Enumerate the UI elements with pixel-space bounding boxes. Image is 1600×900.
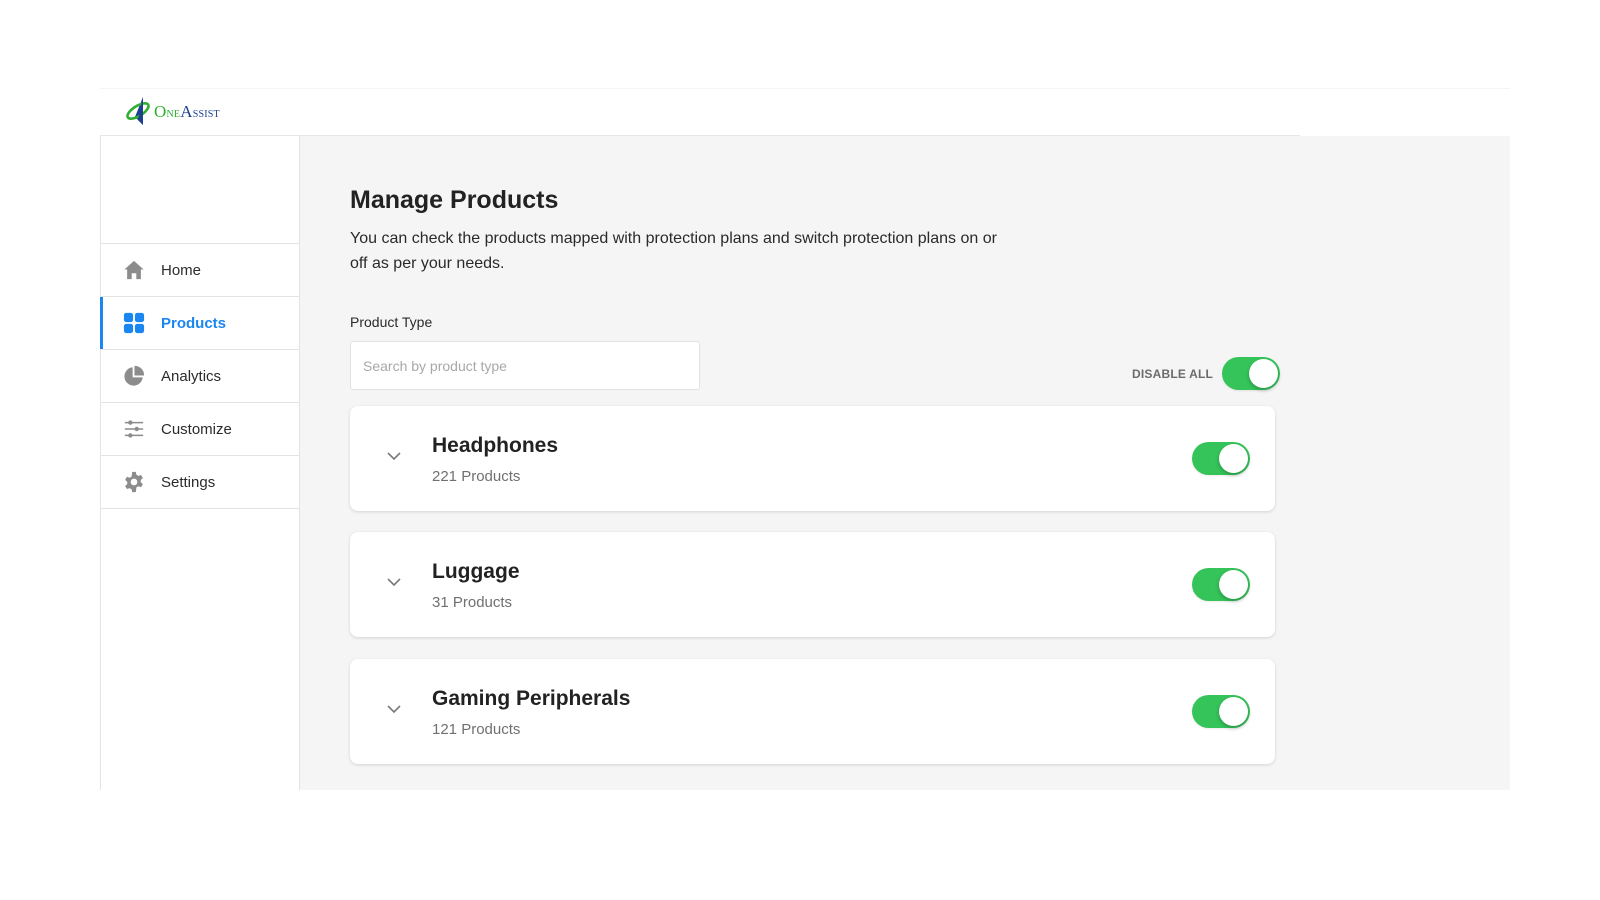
disable-all-control: DISABLE ALL	[1132, 357, 1281, 390]
product-type-label: Product Type	[350, 314, 433, 330]
chevron-down-icon[interactable]	[386, 701, 402, 717]
category-card-headphones: Headphones 221 Products	[350, 406, 1275, 511]
sidebar-header-space	[101, 136, 299, 244]
toggle-knob	[1219, 697, 1248, 726]
category-toggle[interactable]	[1192, 442, 1250, 475]
category-product-count: 31 Products	[432, 594, 513, 611]
sidebar-item-customize[interactable]: Customize	[101, 403, 299, 456]
page-title: Manage Products	[350, 186, 559, 214]
sliders-icon	[122, 417, 146, 441]
brand-name-initial-o: O	[154, 102, 167, 121]
category-name: Headphones	[432, 434, 559, 457]
toggle-knob	[1219, 444, 1248, 473]
toggle-knob	[1219, 570, 1248, 599]
brand-name: OneAssist	[154, 103, 220, 121]
disable-all-toggle[interactable]	[1222, 357, 1281, 390]
chevron-down-icon[interactable]	[386, 574, 402, 590]
sidebar-item-label: Settings	[161, 473, 216, 491]
product-type-search-input[interactable]	[350, 341, 700, 390]
sidebar-item-label: Customize	[161, 420, 232, 438]
category-card-gaming-peripherals: Gaming Peripherals 121 Products	[350, 659, 1275, 764]
sidebar-item-label: Analytics	[161, 367, 222, 385]
brand-name-part-assist: ssist	[192, 106, 220, 121]
brand-name-initial-a: A	[180, 102, 193, 121]
sidebar-item-products[interactable]: Products	[100, 297, 299, 350]
category-card-luggage: Luggage 31 Products	[350, 532, 1275, 637]
category-name: Gaming Peripherals	[432, 687, 631, 710]
sidebar: Home Products Analytics Customize Settin…	[100, 136, 300, 790]
sidebar-item-settings[interactable]: Settings	[101, 456, 299, 509]
disable-all-label: DISABLE ALL	[1132, 366, 1214, 381]
sidebar-item-analytics[interactable]: Analytics	[101, 350, 299, 403]
top-bar	[100, 88, 1510, 136]
brand-logo[interactable]: OneAssist	[124, 94, 220, 130]
page-description: You can check the products mapped with p…	[350, 230, 997, 272]
category-product-count: 121 Products	[432, 721, 521, 738]
category-toggle[interactable]	[1192, 568, 1250, 601]
oneassist-logo-icon	[124, 93, 158, 132]
chevron-down-icon[interactable]	[386, 448, 402, 464]
category-toggle[interactable]	[1192, 695, 1250, 728]
sidebar-item-label: Home	[161, 261, 202, 279]
gear-icon	[122, 470, 146, 494]
grid-icon	[122, 311, 146, 335]
pie-chart-icon	[122, 364, 146, 388]
sidebar-item-label: Products	[161, 314, 227, 332]
category-product-count: 221 Products	[432, 468, 521, 485]
sidebar-item-home[interactable]: Home	[101, 244, 299, 297]
home-icon	[122, 258, 146, 282]
main-content: Manage Products You can check the produc…	[300, 136, 1510, 790]
brand-name-part-one: ne	[166, 106, 181, 121]
toggle-knob	[1249, 359, 1279, 388]
category-name: Luggage	[432, 560, 520, 583]
